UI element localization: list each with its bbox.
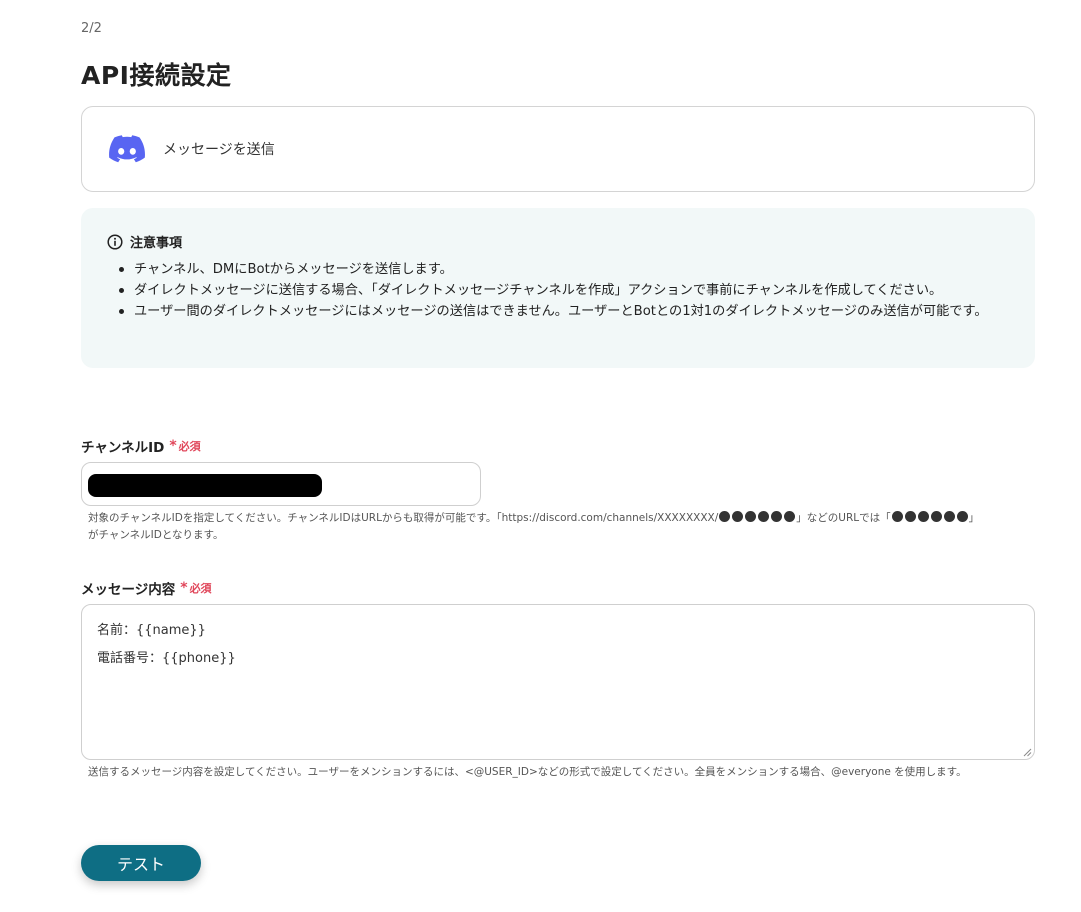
discord-icon	[109, 135, 145, 163]
page-title: API接続設定	[81, 61, 232, 90]
dot-icon	[719, 511, 731, 522]
resize-handle-icon[interactable]	[1023, 748, 1032, 757]
notice-box: 注意事項 チャンネル、DMにBotからメッセージを送信します。 ダイレクトメッセ…	[81, 208, 1035, 368]
notice-item: ユーザー間のダイレクトメッセージにはメッセージの送信はできません。ユーザーとBo…	[119, 301, 1009, 322]
channel-id-label: チャンネルID * 必須	[81, 436, 201, 456]
help-text: 対象のチャンネルIDを指定してください。チャンネルIDはURLからも取得が可能で…	[88, 512, 719, 524]
test-button[interactable]: テスト	[81, 845, 201, 881]
action-label: メッセージを送信	[163, 142, 275, 158]
notice-heading-text: 注意事項	[130, 236, 183, 251]
dot-icon	[784, 511, 796, 522]
dot-icon	[956, 511, 968, 522]
dot-icon	[904, 511, 916, 522]
notice-list: チャンネル、DMにBotからメッセージを送信します。 ダイレクトメッセージに送信…	[107, 259, 1009, 322]
required-star: *	[180, 580, 188, 596]
dot-icon	[943, 511, 955, 522]
notice-item: ダイレクトメッセージに送信する場合、「ダイレクトメッセージチャンネルを作成」アク…	[119, 280, 1009, 301]
dot-icon	[745, 511, 757, 522]
step-indicator: 2/2	[81, 21, 102, 36]
dot-icon	[771, 511, 783, 522]
action-card: メッセージを送信	[81, 106, 1035, 192]
help-text: 」などのURLでは「	[796, 512, 891, 524]
dot-icon	[930, 511, 942, 522]
notice-heading: 注意事項	[107, 232, 1009, 251]
channel-id-label-text: チャンネルID	[81, 440, 165, 456]
dot-icon	[732, 511, 744, 522]
channel-id-input[interactable]	[81, 462, 481, 506]
required-star: *	[169, 438, 177, 454]
message-label: メッセージ内容 * 必須	[81, 578, 212, 598]
channel-id-help-line2: がチャンネルIDとなります。	[88, 529, 224, 541]
redacted-value	[88, 474, 322, 497]
notice-item: チャンネル、DMにBotからメッセージを送信します。	[119, 259, 1009, 280]
channel-id-help: 対象のチャンネルIDを指定してください。チャンネルIDはURLからも取得が可能で…	[88, 510, 979, 544]
dot-icon	[891, 511, 903, 522]
dot-icon	[917, 511, 929, 522]
required-badge: 必須	[189, 582, 212, 595]
message-line: 名前：{{name}}	[97, 623, 206, 638]
message-textarea[interactable]: 名前：{{name}} 電話番号：{{phone}}	[81, 604, 1035, 760]
dot-icon	[758, 511, 770, 522]
info-icon	[107, 233, 123, 250]
help-text: 」	[968, 512, 980, 524]
message-label-text: メッセージ内容	[81, 582, 176, 598]
channel-id-help-line1: 対象のチャンネルIDを指定してください。チャンネルIDはURLからも取得が可能で…	[88, 510, 979, 527]
required-badge: 必須	[178, 440, 201, 453]
message-help: 送信するメッセージ内容を設定してください。ユーザーをメンションするには、<@US…	[88, 766, 967, 778]
message-line: 電話番号：{{phone}}	[97, 651, 236, 666]
